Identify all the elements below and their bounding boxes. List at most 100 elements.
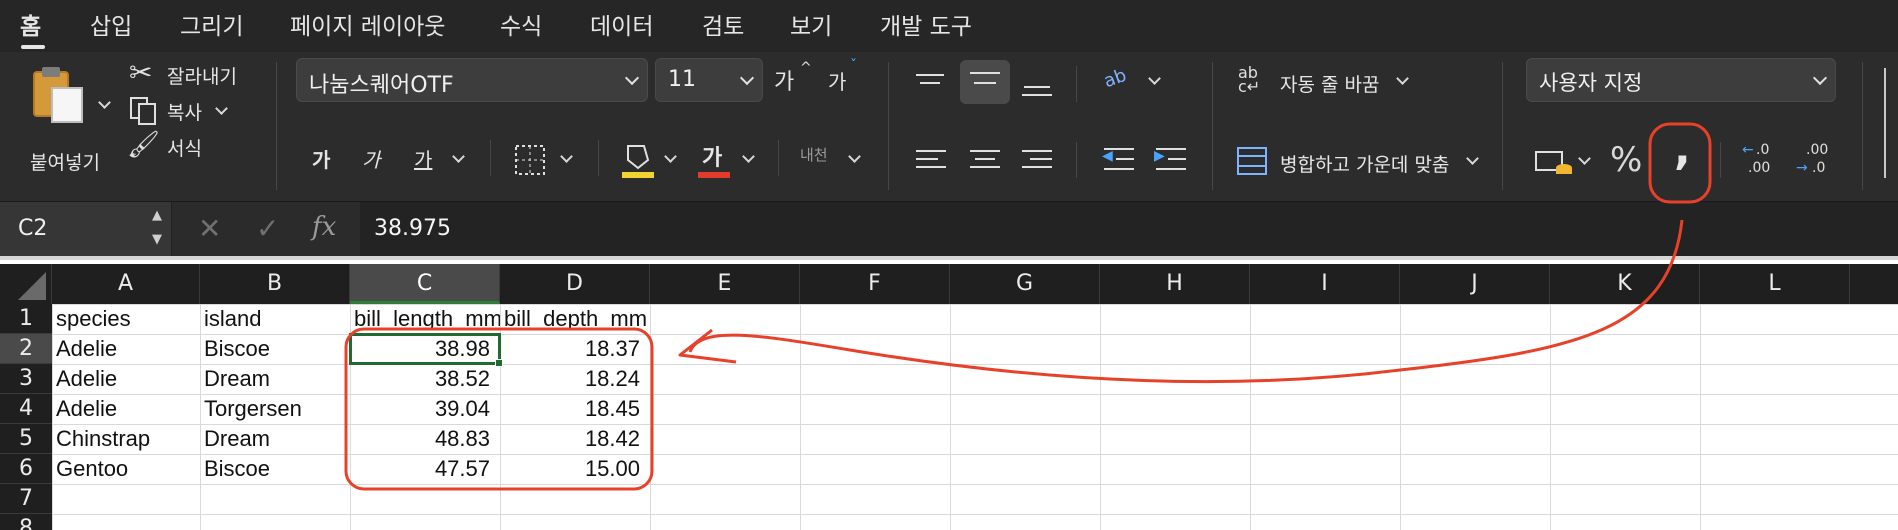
align-bottom-button[interactable] [1018,68,1058,104]
font-size-dropdown[interactable]: 11 [655,58,763,102]
data-cell[interactable]: Biscoe [200,334,350,364]
chevron-down-icon[interactable] [1578,152,1591,165]
comma-style-button[interactable]: , [1658,124,1708,188]
copy-button[interactable]: 복사 [125,94,235,128]
font-name-dropdown[interactable]: 나눔스퀘어OTF [296,58,648,102]
fill-color-icon[interactable] [620,140,656,180]
row-header-1[interactable]: 1 [0,304,52,334]
header-cell[interactable]: bill_depth_mm [500,304,650,334]
tab-insert[interactable]: 삽입 [90,7,132,41]
conditional-format-icon[interactable] [1884,68,1898,178]
column-header-e[interactable]: E [650,264,800,304]
tab-home[interactable]: 홈 [20,7,41,41]
chevron-down-icon[interactable] [664,150,677,163]
name-box[interactable]: C2 ▲ ▼ [0,202,172,256]
data-cell[interactable]: 39.04 [350,394,500,424]
decrease-font-button[interactable]: 가 [828,66,846,95]
row-header-5[interactable]: 5 [0,424,52,454]
tab-review[interactable]: 검토 [702,7,744,41]
data-cell[interactable]: Biscoe [200,454,350,484]
decrease-decimal-button[interactable]: .00 → .0 [1796,142,1840,182]
column-header-b[interactable]: B [200,264,350,304]
underline-button[interactable]: 가 [414,144,432,173]
accounting-format-icon[interactable] [1534,146,1576,178]
header-cell[interactable]: island [200,304,350,334]
confirm-icon[interactable]: ✓ [256,212,279,245]
chevron-down-icon[interactable] [452,150,465,163]
data-cell[interactable]: Adelie [52,334,200,364]
tab-data[interactable]: 데이터 [590,7,653,41]
paste-button[interactable]: 붙여넣기 [22,58,112,174]
insert-function-button[interactable]: fx [312,212,336,242]
data-cell[interactable]: Adelie [52,364,200,394]
data-cell[interactable]: Dream [200,424,350,454]
data-cell[interactable]: 48.83 [350,424,500,454]
borders-icon[interactable] [514,144,546,176]
format-painter-button[interactable]: 🖌 서식 [125,130,235,164]
percent-style-button[interactable]: % [1610,140,1642,180]
align-right-button[interactable] [1018,144,1058,180]
column-header-j[interactable]: J [1400,264,1550,304]
data-cell[interactable]: Gentoo [52,454,200,484]
increase-decimal-button[interactable]: ← .0 .00 [1742,142,1786,182]
merge-center-button[interactable]: 병합하고 가운데 맞춤 [1236,142,1486,182]
wrap-text-button[interactable]: ab c↵ 자동 줄 바꿈 [1236,62,1416,102]
data-cell[interactable]: 18.45 [500,394,650,424]
data-cell[interactable]: Dream [200,364,350,394]
header-cell[interactable]: species [52,304,200,334]
select-all-button[interactable] [0,264,52,304]
chevron-down-icon[interactable] [560,150,573,163]
orientation-button[interactable]: ab [1101,65,1129,92]
increase-indent-button[interactable]: ▶ [1152,144,1192,180]
row-header-7[interactable]: 7 [0,484,52,514]
font-color-button[interactable]: 가 [702,140,722,172]
tab-draw[interactable]: 그리기 [180,7,243,41]
bold-button[interactable]: 가 [312,144,330,173]
increase-font-button[interactable]: 가 [774,64,794,96]
chevron-down-icon[interactable] [98,96,111,109]
tab-developer[interactable]: 개발 도구 [880,7,972,41]
cut-button[interactable]: ✂ 잘라내기 [125,56,255,92]
chevron-down-icon[interactable] [848,150,861,163]
fill-handle[interactable] [495,359,503,367]
column-header-c[interactable]: C [350,264,500,304]
data-cell[interactable]: Adelie [52,394,200,424]
column-header-g[interactable]: G [950,264,1100,304]
row-header-2[interactable]: 2 [0,334,52,364]
data-cell[interactable]: 15.00 [500,454,650,484]
column-header-d[interactable]: D [500,264,650,304]
italic-button[interactable]: 가 [362,144,380,173]
data-cell[interactable]: 47.57 [350,454,500,484]
align-middle-button[interactable] [960,60,1010,104]
decrease-indent-button[interactable]: ◀ [1100,144,1140,180]
column-header-h[interactable]: H [1100,264,1250,304]
chevron-down-icon[interactable] [215,102,228,115]
align-center-button[interactable] [966,144,1006,180]
column-header-i[interactable]: I [1250,264,1400,304]
data-cell[interactable]: Torgersen [200,394,350,424]
number-format-dropdown[interactable]: 사용자 지정 [1526,58,1836,102]
row-header-8[interactable]: 8 [0,514,52,530]
formula-input[interactable]: 38.975 [360,202,1898,256]
tab-view[interactable]: 보기 [790,7,832,41]
phonetic-button[interactable]: 내천 [800,144,828,165]
row-header-3[interactable]: 3 [0,364,52,394]
tab-page-layout[interactable]: 페이지 레이아웃 [290,7,445,41]
header-cell[interactable]: bill_length_mm [350,304,502,334]
column-header-l[interactable]: L [1700,264,1850,304]
data-cell[interactable]: Chinstrap [52,424,200,454]
data-cell[interactable]: 38.52 [350,364,500,394]
cancel-icon[interactable]: ✕ [198,212,221,245]
align-left-button[interactable] [912,144,952,180]
row-header-4[interactable]: 4 [0,394,52,424]
align-top-button[interactable] [912,68,952,104]
chevron-down-icon[interactable] [1148,72,1161,85]
chevron-down-icon[interactable] [742,150,755,163]
column-header-a[interactable]: A [52,264,200,304]
row-header-6[interactable]: 6 [0,454,52,484]
data-cell[interactable]: 18.37 [500,334,650,364]
column-header-k[interactable]: K [1550,264,1700,304]
data-cell[interactable]: 18.42 [500,424,650,454]
column-header-f[interactable]: F [800,264,950,304]
tab-formulas[interactable]: 수식 [500,7,542,41]
